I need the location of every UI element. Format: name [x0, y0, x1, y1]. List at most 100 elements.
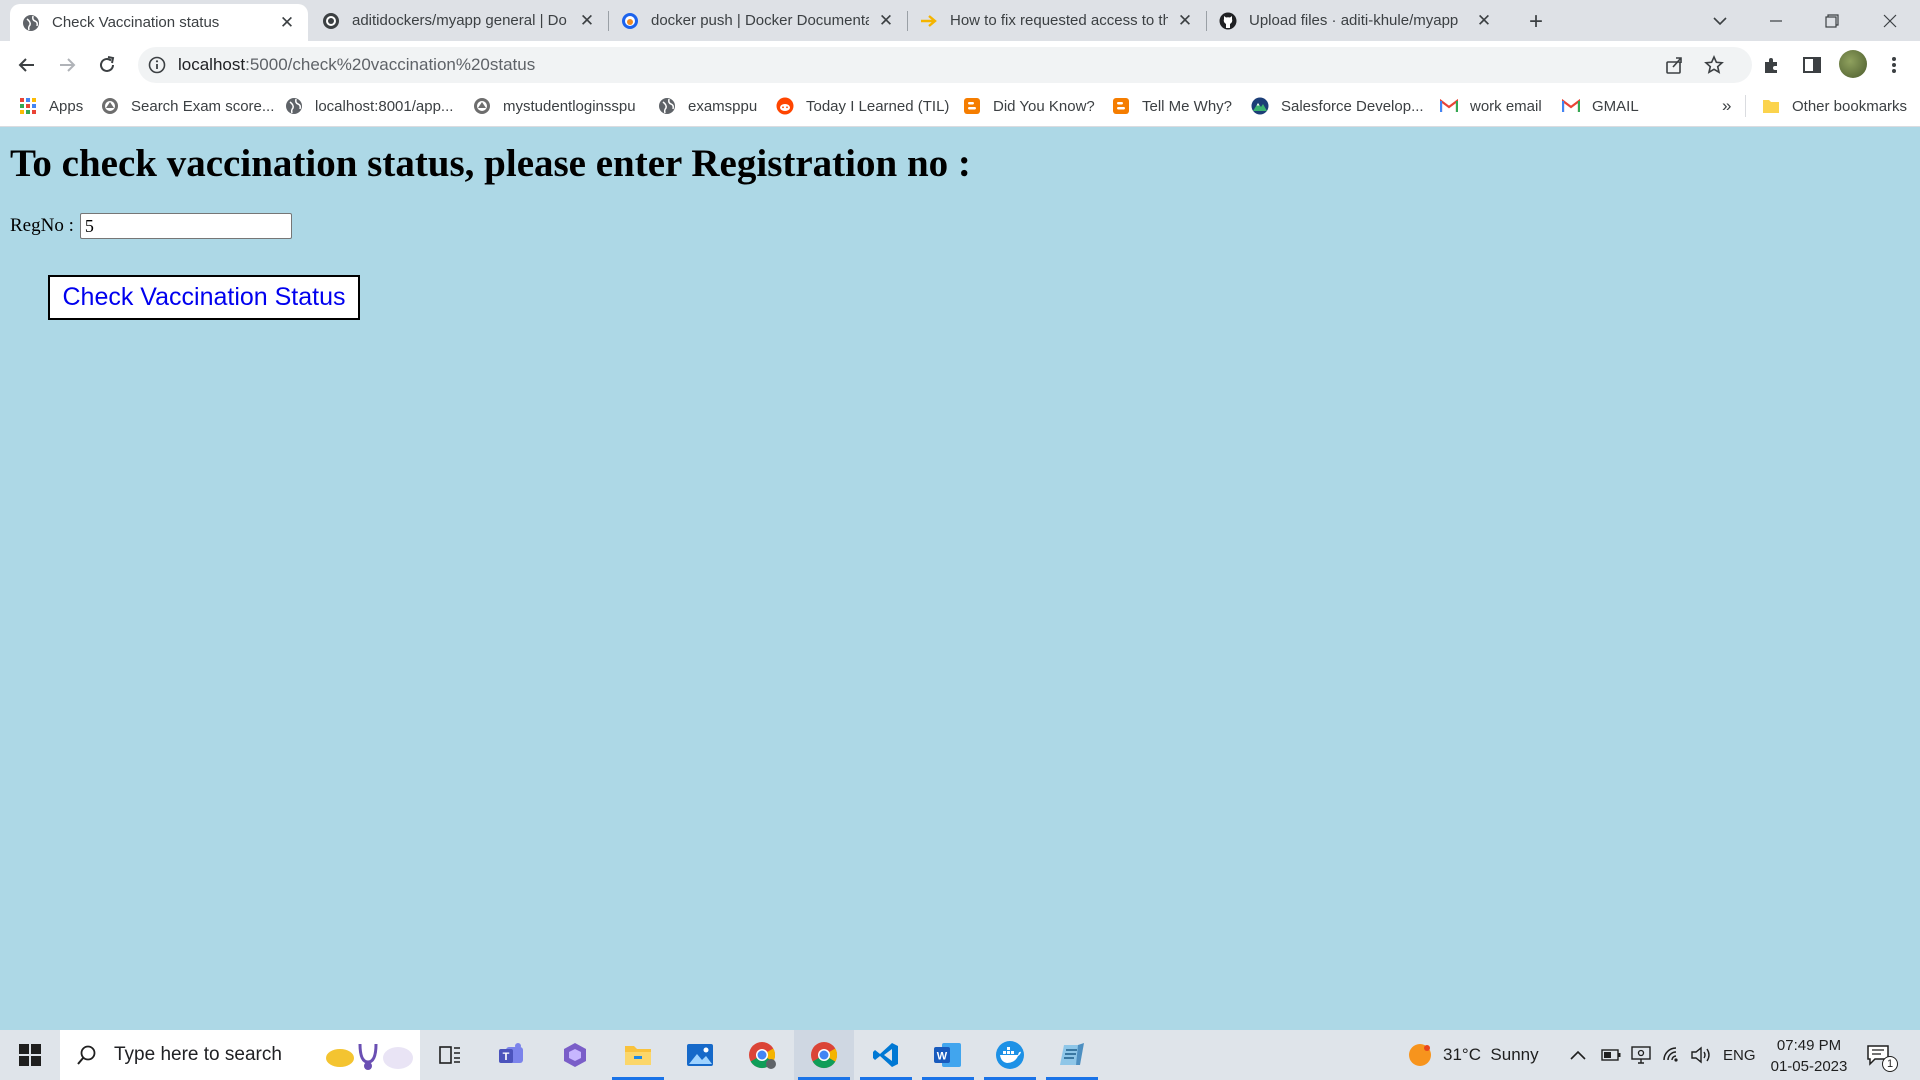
bookmark-label: mystudentloginsspu	[503, 97, 636, 115]
tab-title: aditidockers/myapp general | Do	[352, 12, 567, 29]
tab-docker-docs[interactable]: docker push | Docker Documenta ✕	[609, 0, 907, 41]
clock-date: 01-05-2023	[1770, 1058, 1848, 1075]
forward-arrow-icon[interactable]	[51, 49, 83, 81]
clock-time: 07:49 PM	[1776, 1037, 1842, 1054]
search-placeholder: Type here to search	[114, 1044, 282, 1065]
kebab-menu-icon[interactable]	[1882, 53, 1906, 77]
url-path: :5000/check%20vaccination%20status	[245, 55, 536, 74]
bookmark-salesforce[interactable]: Salesforce Develop...	[1251, 89, 1424, 123]
regno-row: RegNo :	[10, 213, 292, 239]
tab-github-upload[interactable]: Upload files · aditi-khule/myapp ✕	[1207, 0, 1505, 41]
side-panel-icon[interactable]	[1800, 53, 1824, 77]
tab-title: How to fix requested access to th	[950, 12, 1168, 29]
profile-avatar[interactable]	[1839, 50, 1867, 78]
site-info-icon[interactable]	[148, 56, 166, 74]
photos-icon[interactable]	[670, 1030, 730, 1080]
arrow-site-icon	[920, 12, 938, 30]
chrome-icon[interactable]	[794, 1030, 854, 1080]
close-icon[interactable]: ✕	[278, 13, 296, 32]
clock[interactable]: 07:49 PM 01-05-2023	[1766, 1035, 1852, 1077]
bookmark-label: Salesforce Develop...	[1281, 97, 1424, 115]
close-icon[interactable]: ✕	[578, 11, 596, 30]
bookmarks-divider	[1745, 95, 1746, 117]
bookmark-label: localhost:8001/app...	[315, 97, 454, 115]
tab-docker-hub[interactable]: aditidockers/myapp general | Do ✕	[310, 0, 608, 41]
bookmark-til[interactable]: Today I Learned (TIL)	[776, 89, 949, 123]
notepad-icon[interactable]	[1042, 1030, 1102, 1080]
reddit-icon	[776, 97, 794, 115]
globe-icon	[285, 97, 303, 115]
windows-start-icon[interactable]	[0, 1030, 60, 1080]
bookmark-label: Tell Me Why?	[1142, 97, 1233, 115]
notifications-icon[interactable]: 1	[1866, 1030, 1898, 1080]
address-bar[interactable]: localhost:5000/check%20vaccination%20sta…	[138, 47, 1752, 83]
battery-icon[interactable]	[1601, 1030, 1621, 1080]
bookmark-other[interactable]: Other bookmarks	[1762, 89, 1907, 123]
bookmark-mystudentlogin[interactable]: mystudentloginsspu	[473, 89, 636, 123]
tab-title: Check Vaccination status	[52, 14, 220, 31]
close-icon[interactable]: ✕	[1176, 11, 1194, 30]
weather-text: 31°C Sunny	[1443, 1045, 1539, 1064]
tab-check-vaccination[interactable]: Check Vaccination status ✕	[10, 4, 308, 41]
reload-icon[interactable]	[91, 49, 123, 81]
bookmark-gmail[interactable]: GMAIL	[1562, 89, 1639, 123]
volume-icon[interactable]	[1690, 1030, 1712, 1080]
minimize-icon[interactable]	[1748, 0, 1804, 41]
regno-label: RegNo :	[10, 215, 74, 236]
share-icon[interactable]	[1664, 55, 1684, 75]
tab-title: Upload files · aditi-khule/myapp	[1249, 12, 1459, 29]
back-arrow-icon[interactable]	[11, 49, 43, 81]
gmail-icon	[1562, 97, 1580, 115]
file-explorer-icon[interactable]	[608, 1030, 668, 1080]
wifi-icon[interactable]	[1662, 1030, 1682, 1080]
regno-input[interactable]	[79, 213, 292, 239]
new-tab-button[interactable]: +	[1522, 8, 1550, 36]
bookmark-search-exam[interactable]: Search Exam score...	[101, 89, 274, 123]
search-icon	[74, 1042, 100, 1068]
apps-grid-icon	[19, 97, 37, 115]
cortana-copilot-icon[interactable]	[545, 1030, 605, 1080]
bookmark-did-you-know[interactable]: Did You Know?	[963, 89, 1095, 123]
tab-search-chevron-icon[interactable]	[1692, 0, 1748, 41]
notification-center: 1	[1866, 1044, 1898, 1072]
teams-icon[interactable]: T	[482, 1030, 542, 1080]
close-icon[interactable]: ✕	[877, 11, 895, 30]
docker-docs-icon	[621, 12, 639, 30]
chrome-profile-icon[interactable]	[732, 1030, 792, 1080]
language-indicator[interactable]: ENG	[1723, 1030, 1756, 1080]
bookmark-work-email[interactable]: work email	[1440, 89, 1542, 123]
display-settings-icon[interactable]	[1631, 1030, 1651, 1080]
page-content: To check vaccination status, please ente…	[0, 127, 1920, 1030]
extensions-puzzle-icon[interactable]	[1760, 53, 1784, 77]
vscode-icon[interactable]	[856, 1030, 916, 1080]
restore-icon[interactable]	[1804, 0, 1860, 41]
bookmark-examsppu[interactable]: examsppu	[658, 89, 757, 123]
bookmark-label: work email	[1470, 97, 1542, 115]
check-vaccination-status-button[interactable]: Check Vaccination Status	[48, 275, 360, 320]
globe-icon	[22, 14, 40, 32]
url-text: localhost:5000/check%20vaccination%20sta…	[178, 55, 535, 75]
close-icon[interactable]: ✕	[1475, 11, 1493, 30]
taskbar-search-box[interactable]: Type here to search	[60, 1030, 420, 1080]
tab-fix-access[interactable]: How to fix requested access to th ✕	[908, 0, 1206, 41]
task-view-icon[interactable]	[420, 1030, 480, 1080]
university-seal-icon	[101, 97, 119, 115]
windows-taskbar: Type here to search T W 31°C Sunny ENG 0…	[0, 1030, 1920, 1080]
word-icon[interactable]: W	[918, 1030, 978, 1080]
university-seal-icon	[473, 97, 491, 115]
bookmarks-bar: Apps Search Exam score... localhost:8001…	[0, 89, 1920, 127]
notification-badge: 1	[1882, 1056, 1898, 1072]
window-close-icon[interactable]	[1862, 0, 1918, 41]
show-hidden-icons-chevron-icon[interactable]	[1570, 1030, 1586, 1080]
bookmark-star-icon[interactable]	[1704, 55, 1724, 75]
docker-desktop-icon[interactable]	[980, 1030, 1040, 1080]
bookmarks-overflow-chevron-icon[interactable]: »	[1722, 89, 1731, 123]
bookmark-localhost-8001[interactable]: localhost:8001/app...	[285, 89, 453, 123]
bookmark-tell-me-why[interactable]: Tell Me Why?	[1112, 89, 1232, 123]
search-highlight-art-icon	[324, 1040, 416, 1072]
tab-title: docker push | Docker Documenta	[651, 12, 869, 29]
docker-hub-icon	[322, 12, 340, 30]
folder-icon	[1762, 97, 1780, 115]
weather-widget[interactable]: 31°C Sunny	[1407, 1030, 1539, 1080]
bookmark-apps[interactable]: Apps	[19, 89, 83, 123]
